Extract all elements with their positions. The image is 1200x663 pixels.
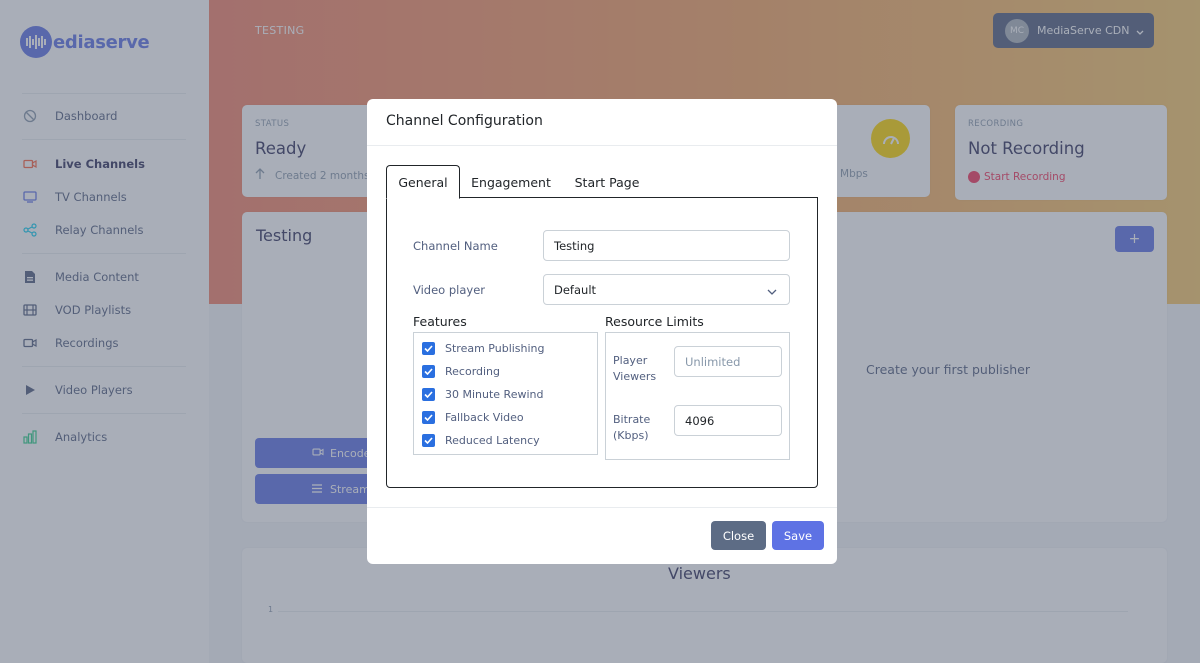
video-player-select[interactable]: Default bbox=[543, 274, 790, 305]
modal-footer-divider bbox=[367, 507, 837, 508]
tab-engagement[interactable]: Engagement bbox=[465, 165, 557, 199]
checkbox-checked-icon[interactable] bbox=[422, 341, 435, 355]
general-tab-panel: Channel Name Video player Default Featur… bbox=[386, 197, 818, 488]
features-box: Stream Publishing Recording 30 Minute Re… bbox=[413, 332, 598, 455]
feature-recording[interactable]: Recording bbox=[422, 364, 500, 378]
channel-name-input[interactable] bbox=[543, 230, 790, 261]
tab-start-page[interactable]: Start Page bbox=[565, 165, 649, 199]
feature-reduced-latency[interactable]: Reduced Latency bbox=[422, 433, 540, 447]
close-button[interactable]: Close bbox=[711, 521, 766, 550]
checkbox-checked-icon[interactable] bbox=[422, 364, 435, 378]
checkbox-checked-icon[interactable] bbox=[422, 433, 435, 447]
checkbox-checked-icon[interactable] bbox=[422, 410, 435, 424]
chevron-down-icon bbox=[767, 285, 777, 299]
resource-limits-title: Resource Limits bbox=[605, 314, 704, 329]
player-viewers-input[interactable] bbox=[674, 346, 782, 377]
modal-divider bbox=[367, 145, 837, 146]
bitrate-label: Bitrate (Kbps) bbox=[613, 413, 651, 442]
modal-title: Channel Configuration bbox=[386, 113, 543, 129]
player-viewers-label: Player Viewers bbox=[613, 354, 657, 383]
feature-fallback-video[interactable]: Fallback Video bbox=[422, 410, 524, 424]
bitrate-input[interactable] bbox=[674, 405, 782, 436]
feature-30-minute-rewind[interactable]: 30 Minute Rewind bbox=[422, 387, 543, 401]
feature-stream-publishing[interactable]: Stream Publishing bbox=[422, 341, 545, 355]
resource-limits-box: Player Viewers Bitrate (Kbps) bbox=[605, 332, 790, 460]
features-title: Features bbox=[413, 314, 467, 329]
channel-config-modal: Channel Configuration General Engagement… bbox=[367, 99, 837, 564]
video-player-label: Video player bbox=[413, 283, 486, 297]
tab-general[interactable]: General bbox=[386, 165, 460, 199]
channel-name-label: Channel Name bbox=[413, 239, 498, 253]
save-button[interactable]: Save bbox=[772, 521, 824, 550]
checkbox-checked-icon[interactable] bbox=[422, 387, 435, 401]
